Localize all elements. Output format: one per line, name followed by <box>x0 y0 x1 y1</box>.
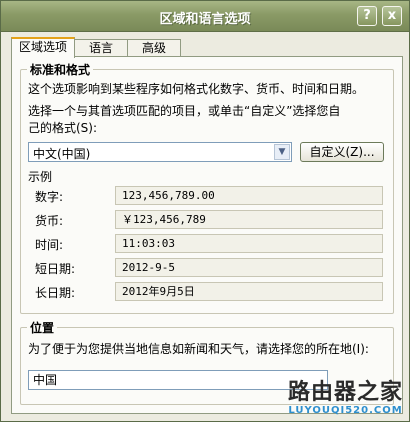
watermark-logo: 路由器之家 LUYOUQI520.COM <box>288 381 403 417</box>
format-select[interactable]: 中文(中国) ▼ <box>28 142 292 162</box>
location-select[interactable]: 中国 <box>28 370 328 390</box>
sample-long-date-label: 长日期: <box>35 286 76 300</box>
region-language-dialog: 区域和语言选项 ? x 区域选项 语言 高级 标准和格式 这个选项影响到某些程序… <box>0 0 410 422</box>
tab-panel: 标准和格式 这个选项影响到某些程序如何格式化数字、货币、时间和日期。 选择一个与… <box>11 56 403 414</box>
sample-currency-label: 货币: <box>35 214 64 228</box>
sample-number-value: 123,456,789.00 <box>115 186 383 205</box>
watermark-main-text: 路由器之家 <box>287 380 403 405</box>
title-bar[interactable]: 区域和语言选项 ? x <box>1 1 409 32</box>
standards-group-title: 标准和格式 <box>27 61 94 78</box>
sample-long-date-value: 2012年9月5日 <box>115 282 383 301</box>
standards-description: 这个选项影响到某些程序如何格式化数字、货币、时间和日期。 <box>28 82 365 96</box>
sample-short-date-value: 2012-9-5 <box>115 258 383 277</box>
sample-currency-value: ￥123,456,789 <box>115 210 383 229</box>
tab-advanced[interactable]: 高级 <box>127 39 181 57</box>
location-description: 为了便于为您提供当地信息如新闻和天气，请选择您的所在地(I): <box>28 342 369 356</box>
close-button[interactable]: x <box>382 6 402 26</box>
tab-strip: 区域选项 语言 高级 <box>11 37 403 58</box>
standards-formats-group: 标准和格式 这个选项影响到某些程序如何格式化数字、货币、时间和日期。 选择一个与… <box>20 61 394 314</box>
samples-title: 示例 <box>28 170 53 184</box>
customize-button[interactable]: 自定义(Z)... <box>300 142 384 162</box>
watermark-sub-text: LUYOUQI520.COM <box>288 405 403 416</box>
tab-regional-options[interactable]: 区域选项 <box>11 37 75 58</box>
instruction-line-1: 选择一个与其首选项匹配的项目，或单击“自定义”选择您自 <box>28 104 341 118</box>
sample-short-date-label: 短日期: <box>35 262 76 276</box>
window-title: 区域和语言选项 <box>159 12 251 27</box>
instruction-line-2: 己的格式(S): <box>28 121 98 135</box>
tab-languages[interactable]: 语言 <box>74 39 128 57</box>
sample-number-label: 数字: <box>35 190 64 204</box>
help-button[interactable]: ? <box>357 6 377 26</box>
sample-time-value: 11:03:03 <box>115 234 383 253</box>
format-select-value: 中文(中国) <box>33 147 91 161</box>
chevron-down-icon[interactable]: ▼ <box>274 144 290 160</box>
sample-time-label: 时间: <box>35 238 64 252</box>
location-group-title: 位置 <box>27 319 58 336</box>
